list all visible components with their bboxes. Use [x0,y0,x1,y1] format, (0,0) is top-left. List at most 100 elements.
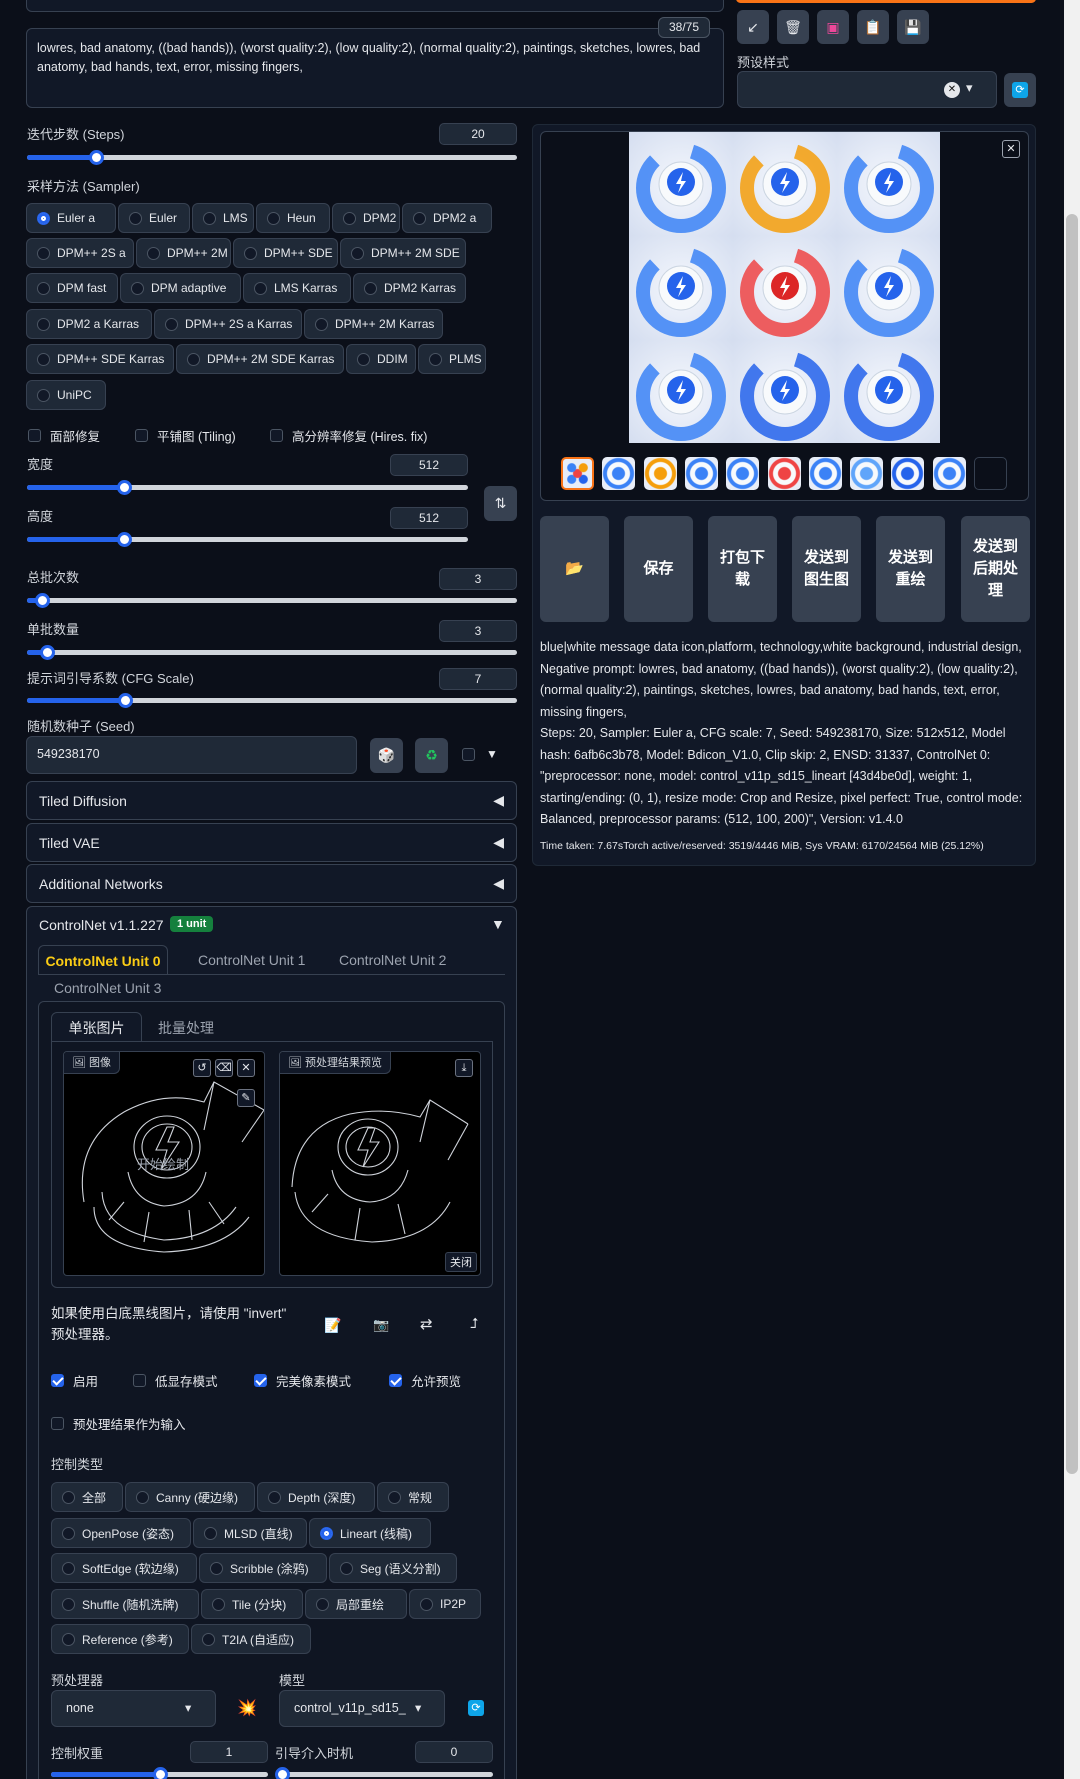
control-type-option[interactable]: IP2P [409,1589,481,1619]
download-icon[interactable]: ⤓ [455,1059,473,1077]
weight-input[interactable]: 1 [190,1741,268,1763]
control-type-option[interactable]: T2IA (自适应) [191,1624,311,1654]
sampler-option[interactable]: LMS [192,203,254,233]
control-type-option[interactable]: SoftEdge (软边缘) [51,1553,197,1583]
steps-slider[interactable] [27,150,517,165]
gallery-thumbnail[interactable] [561,457,594,490]
tab-single-image[interactable]: 单张图片 [51,1012,142,1042]
gallery-close-button[interactable]: ✕ [1002,140,1020,158]
preproc-as-input-checkbox[interactable]: 预处理结果作为输入 [51,1414,186,1433]
sampler-option[interactable]: DPM2 a Karras [26,309,152,339]
start-step-slider[interactable] [275,1767,493,1779]
clear-icon[interactable]: ✕ [944,82,960,98]
gallery-thumbnail[interactable] [602,457,636,490]
height-slider[interactable] [27,532,468,547]
send-to-extras-button[interactable]: 发送到后期处理 [961,516,1030,622]
sampler-option[interactable]: UniPC [26,380,106,410]
close-preview-button[interactable]: 关闭 [445,1252,477,1272]
new-canvas-icon[interactable]: 📝 [324,1317,341,1334]
seed-input[interactable]: 549238170 [26,736,357,774]
send-to-inpaint-button[interactable]: 发送到重绘 [876,516,945,622]
sampler-option[interactable]: Heun [256,203,330,233]
control-type-option[interactable]: Seg (语义分割) [329,1553,457,1583]
gallery-thumbnail[interactable] [643,457,677,490]
control-type-option[interactable]: Shuffle (随机洗牌) [51,1589,199,1619]
sampler-option[interactable]: DDIM [346,344,416,374]
webcam-icon[interactable]: 📷 [373,1317,389,1333]
control-type-option[interactable]: Lineart (线稿) [309,1518,431,1548]
cfg-input[interactable]: 7 [439,668,517,690]
control-type-option[interactable]: Canny (硬边缘) [125,1482,255,1512]
tab-controlnet-unit-0[interactable]: ControlNet Unit 0 [38,945,168,975]
tab-controlnet-unit-3[interactable]: ControlNet Unit 3 [54,980,161,996]
steps-input[interactable]: 20 [439,123,517,145]
sampler-option[interactable]: DPM++ 2M SDE Karras [176,344,344,374]
scrollbar-thumb[interactable] [1066,214,1078,1474]
sampler-option[interactable]: DPM++ 2M Karras [304,309,443,339]
extra-seed-checkbox[interactable] [462,748,484,761]
open-folder-button[interactable]: 📂 [540,516,609,622]
control-type-option[interactable]: MLSD (直线) [193,1518,307,1548]
undo-icon[interactable]: ↺ [193,1059,211,1077]
gallery-thumbnail[interactable] [974,457,1007,490]
send-to-img2img-button[interactable]: 发送到图生图 [792,516,861,622]
apply-style-button[interactable]: 📋 [857,10,889,44]
read-params-button[interactable]: ↙ [737,10,769,44]
extra-seed-arrow-icon[interactable]: ▼ [486,747,498,761]
accordion-additional-networks[interactable]: Additional Networks ◀ [26,864,517,903]
save-button[interactable]: 保存 [624,516,693,622]
zip-download-button[interactable]: 打包下载 [708,516,777,622]
control-type-option[interactable]: 常规 [377,1482,449,1512]
preview-grid-image[interactable] [629,132,941,444]
sampler-option[interactable]: DPM fast [26,273,118,303]
clear-prompt-button[interactable]: 🗑 [777,10,809,44]
random-seed-button[interactable]: 🎲 [370,738,403,773]
width-slider[interactable] [27,480,468,495]
gallery-thumbnail[interactable] [767,457,801,490]
sampler-option[interactable]: Euler [118,203,190,233]
swap-dimensions-button[interactable]: ⇅ [484,486,517,521]
mirror-icon[interactable]: ⇄ [420,1315,433,1333]
allow-preview-checkbox[interactable]: 允许预览 [389,1371,461,1390]
control-type-option[interactable]: Reference (参考) [51,1624,189,1654]
gallery-thumbnail[interactable] [891,457,925,490]
accordion-tiled-vae[interactable]: Tiled VAE ◀ [26,823,517,862]
extra-networks-button[interactable]: ▣ [817,10,849,44]
generate-button-edge[interactable] [736,0,1036,3]
enable-checkbox[interactable]: 启用 [51,1371,98,1390]
sampler-option[interactable]: DPM++ 2S a Karras [154,309,302,339]
tab-batch[interactable]: 批量处理 [158,1018,214,1038]
sampler-option[interactable]: LMS Karras [243,273,351,303]
sampler-option[interactable]: DPM++ SDE Karras [26,344,174,374]
negative-prompt-input[interactable]: lowres, bad anatomy, ((bad hands)), (wor… [26,28,724,108]
reuse-seed-button[interactable]: ♻ [415,738,448,773]
gallery-thumbnail[interactable] [808,457,842,490]
restore-faces-checkbox[interactable]: 面部修复 [28,426,100,445]
sampler-option[interactable]: DPM adaptive [120,273,241,303]
sampler-option[interactable]: DPM2 [332,203,400,233]
brush-icon[interactable]: ✎ [237,1089,255,1107]
start-step-input[interactable]: 0 [415,1741,493,1763]
batch-count-input[interactable]: 3 [439,568,517,590]
save-style-button[interactable]: 💾 [897,10,929,44]
control-type-option[interactable]: OpenPose (姿态) [51,1518,191,1548]
sampler-option[interactable]: DPM2 a [402,203,492,233]
tiling-checkbox[interactable]: 平铺图 (Tiling) [135,426,236,445]
width-input[interactable]: 512 [390,454,468,476]
control-type-option[interactable]: Scribble (涂鸦) [199,1553,327,1583]
tab-controlnet-unit-2[interactable]: ControlNet Unit 2 [339,952,446,968]
gallery-thumbnail[interactable] [684,457,718,490]
refresh-models-icon[interactable]: ⟳ [468,1700,484,1716]
start-drawing-label[interactable]: 开始绘制 [137,1154,189,1173]
control-type-option[interactable]: 局部重绘 [305,1589,407,1619]
lowvram-checkbox[interactable]: 低显存模式 [133,1371,218,1390]
sampler-option[interactable]: PLMS [418,344,486,374]
sampler-option[interactable]: DPM++ 2M [136,238,231,268]
sampler-option[interactable]: DPM++ SDE [233,238,338,268]
pixel-perfect-checkbox[interactable]: 完美像素模式 [254,1371,351,1390]
refresh-styles-button[interactable]: ⟳ [1004,73,1036,107]
tab-controlnet-unit-1[interactable]: ControlNet Unit 1 [198,952,305,968]
sampler-option[interactable]: Euler a [26,203,116,233]
style-select[interactable]: ✕ ▾ [737,71,997,108]
control-type-option[interactable]: 全部 [51,1482,123,1512]
